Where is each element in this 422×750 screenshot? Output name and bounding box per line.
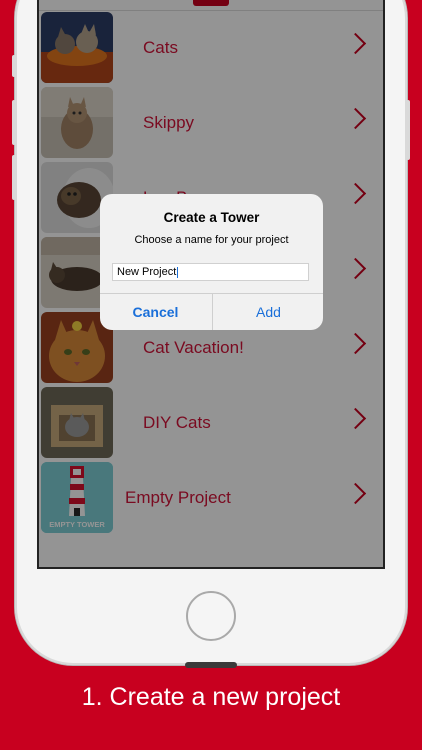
home-button[interactable] — [186, 591, 236, 641]
cancel-button[interactable]: Cancel — [100, 294, 211, 330]
create-tower-dialog: Create a Tower Choose a name for your pr… — [100, 194, 323, 330]
volume-up-button — [12, 100, 16, 145]
text-cursor — [177, 266, 179, 278]
dialog-message: Choose a name for your project — [134, 234, 289, 246]
add-button[interactable]: Add — [212, 294, 323, 330]
phone-bottom-edge — [185, 662, 237, 668]
caption-text: 1. Create a new project — [81, 683, 341, 711]
mute-switch — [12, 55, 16, 77]
dialog-actions: Cancel Add — [100, 293, 323, 330]
dialog-title: Create a Tower — [163, 210, 260, 225]
power-button — [406, 100, 410, 160]
project-name-value: New Project — [117, 266, 177, 278]
volume-down-button — [12, 155, 16, 200]
project-name-field[interactable]: New Project — [112, 263, 309, 281]
